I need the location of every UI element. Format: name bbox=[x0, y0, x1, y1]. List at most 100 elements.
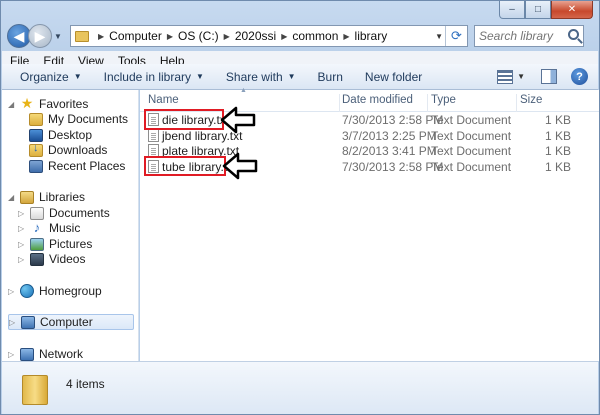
include-in-library-button[interactable]: Include in library ▼ bbox=[104, 70, 204, 84]
search-box[interactable] bbox=[474, 25, 584, 47]
file-size: 1 KB bbox=[544, 160, 571, 174]
nav-favorites[interactable]: ◢ ★ Favorites bbox=[8, 96, 88, 112]
search-icon[interactable] bbox=[568, 29, 579, 40]
highlight-box-die-library bbox=[144, 109, 224, 130]
expand-triangle-icon[interactable]: ▷ bbox=[9, 318, 17, 327]
include-in-library-label: Include in library bbox=[103, 69, 191, 84]
breadcrumb-2020ssi[interactable]: 2020ssi bbox=[235, 29, 276, 43]
collapse-triangle-icon[interactable]: ◢ bbox=[8, 193, 16, 202]
close-button[interactable]: ✕ bbox=[551, 1, 593, 19]
view-options-dropdown[interactable]: ▼ bbox=[517, 72, 525, 81]
chevron-down-icon: ▼ bbox=[196, 72, 204, 81]
nav-item-downloads[interactable]: Downloads bbox=[29, 142, 107, 158]
documents-icon bbox=[30, 206, 44, 220]
nav-item-pictures[interactable]: ▷ Pictures bbox=[18, 236, 92, 252]
chevron-right-icon[interactable]: ▶ bbox=[343, 32, 349, 41]
nav-network[interactable]: ▷ Network bbox=[8, 346, 83, 362]
nav-libraries[interactable]: ◢ Libraries bbox=[8, 189, 85, 205]
file-type: Text Document bbox=[431, 129, 512, 143]
address-history-dropdown[interactable]: ▼ bbox=[435, 32, 443, 41]
burn-label: Burn bbox=[317, 69, 343, 84]
navigation-row: ◀ ▶ ▼ ▶ Computer ▶ OS (C:) ▶ 2020ssi ▶ c… bbox=[7, 21, 593, 51]
recent-pages-dropdown[interactable]: ▼ bbox=[54, 32, 66, 41]
new-folder-button[interactable]: New folder bbox=[365, 70, 422, 84]
libraries-icon bbox=[20, 190, 34, 204]
star-icon: ★ bbox=[20, 95, 34, 111]
expand-triangle-icon[interactable]: ▷ bbox=[18, 240, 26, 249]
nav-item-label: My Documents bbox=[48, 112, 129, 126]
search-input[interactable] bbox=[479, 29, 569, 43]
nav-item-recent-places[interactable]: Recent Places bbox=[29, 158, 125, 174]
file-date: 8/2/2013 3:41 PM bbox=[342, 144, 437, 158]
expand-triangle-icon[interactable]: ▷ bbox=[18, 209, 26, 218]
highlight-box-tube-library bbox=[144, 156, 226, 176]
column-header-size[interactable]: Size bbox=[520, 94, 580, 112]
refresh-button[interactable]: ⟳ bbox=[445, 26, 467, 46]
command-bar-right: ▼ ? bbox=[497, 68, 588, 85]
back-arrow-icon: ◀ bbox=[13, 27, 25, 44]
expand-triangle-icon[interactable]: ▷ bbox=[18, 255, 26, 264]
text-file-icon bbox=[148, 129, 159, 142]
explorer-window: – □ ✕ ◀ ▶ ▼ ▶ Computer ▶ OS (C:) ▶ 2020s… bbox=[0, 0, 600, 415]
address-bar[interactable]: ▶ Computer ▶ OS (C:) ▶ 2020ssi ▶ common … bbox=[70, 25, 468, 47]
nav-item-documents[interactable]: ▷ Documents bbox=[18, 205, 110, 221]
organize-button[interactable]: Organize ▼ bbox=[20, 70, 82, 84]
new-folder-label: New folder bbox=[364, 69, 423, 84]
maximize-button[interactable]: □ bbox=[525, 1, 551, 19]
burn-button[interactable]: Burn bbox=[318, 70, 343, 84]
expand-triangle-icon[interactable]: ▷ bbox=[8, 287, 16, 296]
nav-item-label: Videos bbox=[49, 252, 86, 266]
refresh-icon: ⟳ bbox=[451, 28, 462, 43]
forward-button[interactable]: ▶ bbox=[28, 24, 52, 48]
file-date: 3/7/2013 2:25 PM bbox=[342, 129, 437, 143]
nav-item-label: Recent Places bbox=[48, 159, 126, 173]
nav-item-label: Desktop bbox=[48, 128, 93, 142]
file-date: 7/30/2013 2:58 PM bbox=[342, 113, 444, 127]
chevron-down-icon: ▼ bbox=[287, 72, 296, 81]
folder-icon bbox=[22, 375, 48, 405]
organize-label: Organize bbox=[20, 69, 69, 84]
minimize-button[interactable]: – bbox=[499, 1, 525, 19]
chevron-right-icon[interactable]: ▶ bbox=[281, 32, 287, 41]
nav-item-my-documents[interactable]: My Documents bbox=[29, 111, 128, 127]
change-view-icon[interactable] bbox=[497, 69, 514, 84]
chevron-right-icon[interactable]: ▶ bbox=[167, 32, 173, 41]
file-type: Text Document bbox=[431, 113, 512, 127]
share-with-label: Share with bbox=[225, 69, 283, 84]
recent-places-icon bbox=[29, 159, 43, 173]
pictures-icon bbox=[30, 237, 44, 251]
file-type: Text Document bbox=[431, 160, 512, 174]
chevron-right-icon[interactable]: ▶ bbox=[98, 32, 104, 41]
desktop-icon bbox=[29, 128, 43, 142]
preview-pane-icon[interactable] bbox=[541, 69, 557, 84]
column-header-type[interactable]: Type bbox=[431, 94, 517, 112]
nav-favorites-label: Favorites bbox=[39, 97, 89, 111]
caption-buttons: – □ ✕ bbox=[499, 1, 593, 19]
nav-item-videos[interactable]: ▷ Videos bbox=[18, 251, 85, 267]
breadcrumb-library[interactable]: library bbox=[355, 29, 388, 43]
file-row[interactable]: jbend library.txt 3/7/2013 2:25 PM Text … bbox=[140, 128, 599, 144]
nav-computer[interactable]: ▷ Computer bbox=[8, 314, 134, 330]
expand-triangle-icon[interactable]: ▷ bbox=[8, 350, 16, 359]
nav-homegroup-label: Homegroup bbox=[39, 284, 102, 298]
expand-triangle-icon[interactable]: ▷ bbox=[18, 224, 26, 233]
file-size: 1 KB bbox=[544, 129, 571, 143]
breadcrumb-common[interactable]: common bbox=[292, 29, 338, 43]
chevron-right-icon[interactable]: ▶ bbox=[224, 32, 230, 41]
nav-item-label: Documents bbox=[49, 206, 110, 220]
nav-homegroup[interactable]: ▷ Homegroup bbox=[8, 283, 102, 299]
sort-indicator-icon: ▲ bbox=[240, 87, 247, 94]
homegroup-icon bbox=[20, 284, 34, 298]
network-icon bbox=[20, 347, 34, 361]
collapse-triangle-icon[interactable]: ◢ bbox=[8, 100, 16, 109]
folder-icon bbox=[29, 112, 43, 126]
column-header-date-modified[interactable]: Date modified bbox=[342, 94, 428, 112]
details-pane: 4 items bbox=[2, 361, 598, 414]
videos-icon bbox=[30, 252, 44, 266]
help-icon[interactable]: ? bbox=[571, 68, 588, 85]
breadcrumb-computer[interactable]: Computer bbox=[109, 29, 162, 43]
nav-item-music[interactable]: ▷ ♪ Music bbox=[18, 220, 80, 236]
share-with-button[interactable]: Share with ▼ bbox=[226, 70, 296, 84]
breadcrumb-os-c[interactable]: OS (C:) bbox=[178, 29, 219, 43]
annotation-arrow-icon bbox=[220, 106, 256, 134]
